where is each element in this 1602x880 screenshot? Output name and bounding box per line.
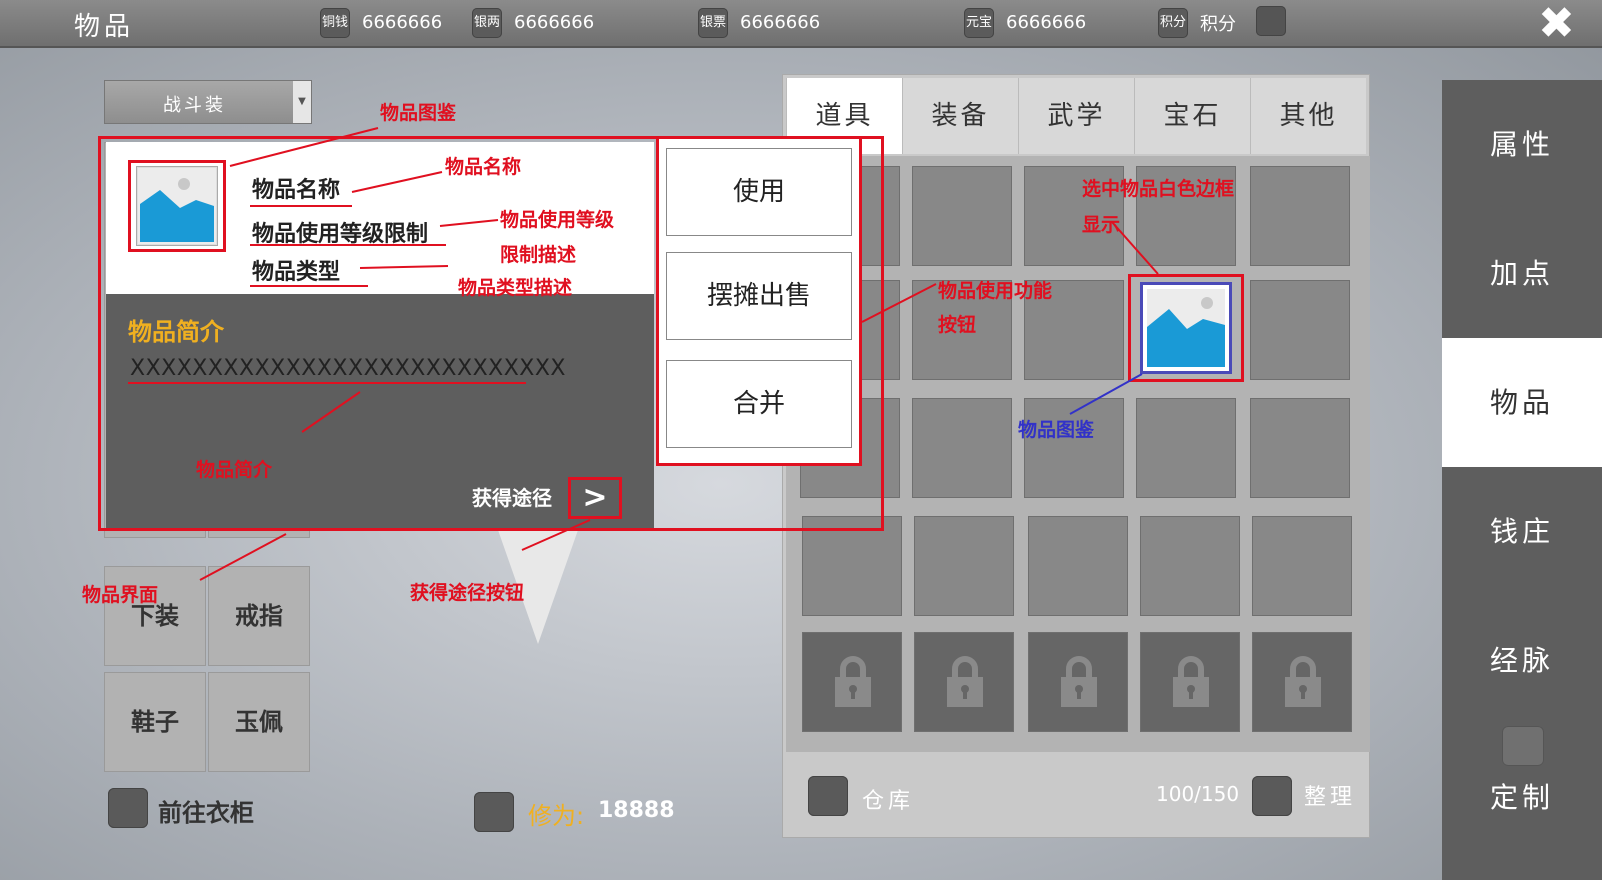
annotation-item-icon: 物品图鉴 <box>380 102 457 124</box>
annotation-item-ui: 物品界面 <box>82 584 159 606</box>
annotation-icon-blue: 物品图鉴 <box>1018 419 1095 441</box>
annotation-selected-1: 选中物品白色边框 <box>1082 178 1235 200</box>
annotation-lines <box>199 127 1159 581</box>
annotation-obtain-button: 获得途径按钮 <box>410 582 525 604</box>
annotation-item-intro: 物品简介 <box>196 459 273 481</box>
annotation-level-2: 限制描述 <box>500 244 577 266</box>
annotation-func-1: 物品使用功能 <box>938 280 1053 302</box>
annotation-item-name: 物品名称 <box>445 156 522 178</box>
annotation-item-type: 物品类型描述 <box>458 277 573 299</box>
annotation-func-2: 按钮 <box>938 314 977 336</box>
annotation-level-1: 物品使用等级 <box>500 209 615 231</box>
annotation-selected-2: 显示 <box>1082 214 1121 236</box>
